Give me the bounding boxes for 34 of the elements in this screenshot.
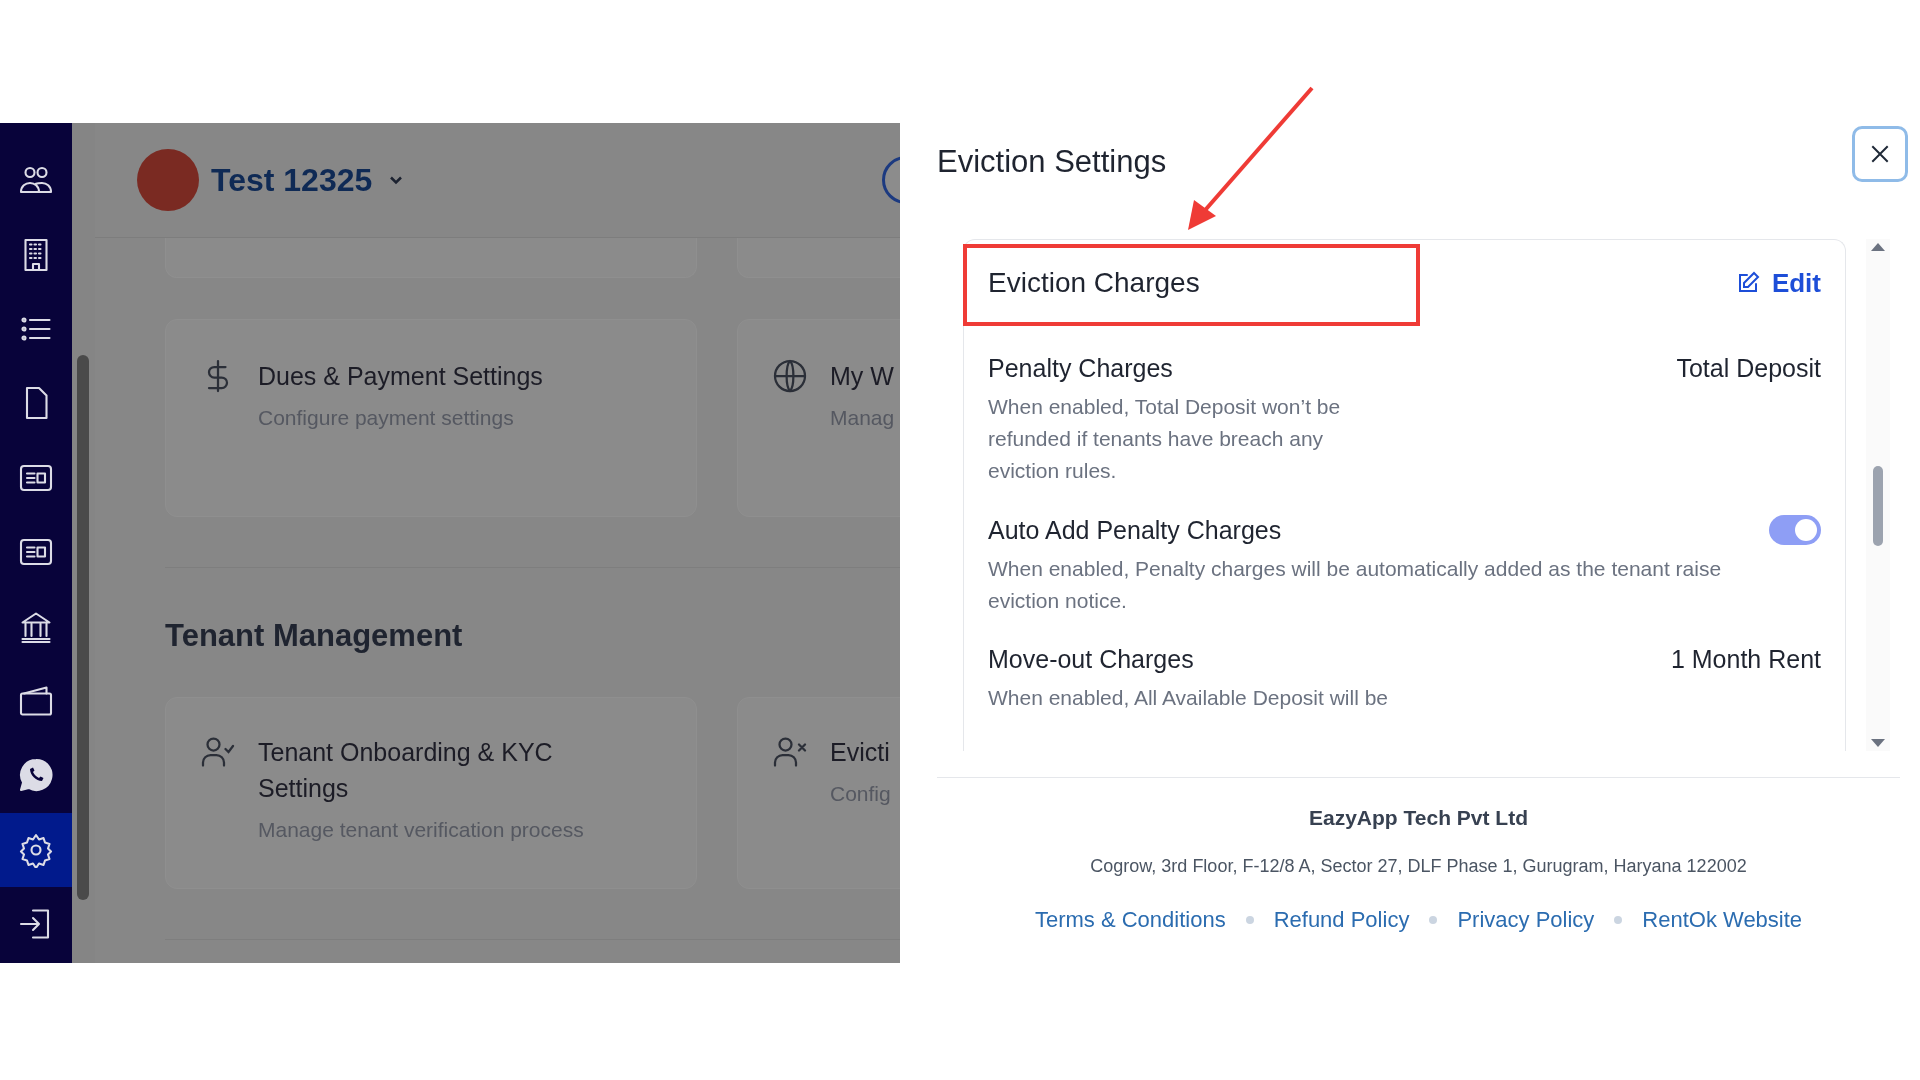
- close-button[interactable]: [1852, 126, 1908, 182]
- company-name: EazyApp Tech Pvt Ltd: [1309, 806, 1528, 830]
- separator-dot: [1614, 916, 1623, 924]
- footer-link[interactable]: Refund Policy: [1273, 907, 1410, 933]
- section-title: Tenant Management: [165, 617, 464, 655]
- footer-link[interactable]: RentOk Website: [1642, 907, 1803, 933]
- setting-label: Auto Add Penalty Charges: [988, 515, 1282, 545]
- company-address: Cogrow, 3rd Floor, F-12/8 A, Sector 27, DLF Phase 1, Gurugram, Haryana 122002: [1090, 856, 1747, 877]
- scrollbar[interactable]: [1866, 239, 1890, 751]
- globe-icon: [772, 358, 808, 394]
- setting-value: Total Deposit: [1676, 354, 1821, 383]
- settings-icon: [18, 831, 54, 868]
- setting-value: 1 Month Rent: [1670, 645, 1821, 674]
- setting-label: Penalty Charges: [988, 354, 1173, 383]
- edit-button[interactable]: Edit: [1735, 267, 1821, 299]
- setting-description: When enabled, Total Deposit won’t be refunded if tenants have breach any eviction rules.: [988, 394, 1342, 484]
- close-icon: [1869, 143, 1891, 165]
- panel-title: Eviction Settings: [937, 144, 1167, 180]
- toggle-switch[interactable]: [1769, 515, 1821, 545]
- setting-description: When enabled, All Available Deposit will be: [988, 685, 1390, 711]
- setting-label: Move-out Charges: [988, 645, 1194, 674]
- footer-link[interactable]: Privacy Policy: [1457, 907, 1595, 933]
- footer-link[interactable]: Terms & Conditions: [1034, 907, 1226, 933]
- setting-description: When enabled, Penalty charges will be automatically added as the tenant raise eviction notice.: [988, 556, 1723, 614]
- separator-dot: [1429, 916, 1438, 924]
- card-title: Eviction Charges: [988, 267, 1200, 299]
- card-title: Tenant Onboarding & KYC Settings: [258, 737, 554, 804]
- card-title: Dues & Payment Settings: [258, 361, 544, 392]
- separator-dot: [1245, 916, 1254, 924]
- card-title: My W: [830, 361, 895, 392]
- chat-icon: [18, 757, 54, 794]
- sidebar-item[interactable]: [0, 812, 72, 887]
- account-name[interactable]: Test 12325: [211, 161, 373, 199]
- card-title: Evicti: [830, 737, 891, 768]
